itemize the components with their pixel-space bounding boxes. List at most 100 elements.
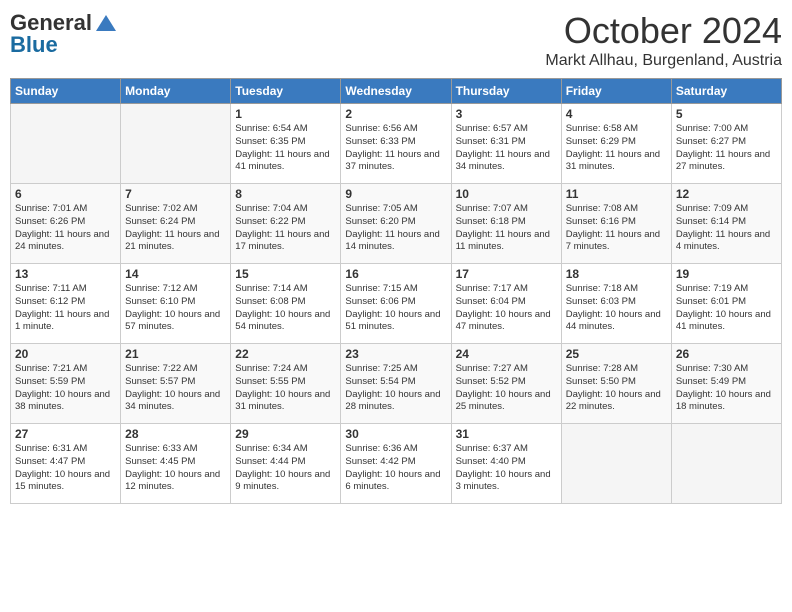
calendar-cell: 22Sunrise: 7:24 AMSunset: 5:55 PMDayligh…: [231, 344, 341, 424]
calendar-cell: 14 Sunrise: 7:12 AMSunset: 6:10 PMDayligh…: [121, 264, 231, 344]
day-number: 8: [235, 187, 336, 201]
calendar-cell: 17Sunrise: 7:17 AMSunset: 6:04 PMDayligh…: [451, 264, 561, 344]
day-info: Sunrise: 7:15 AMSunset: 6:06 PMDaylight:…: [345, 283, 446, 334]
day-info: Sunrise: 7:01 AMSunset: 6:26 PMDaylight:…: [15, 203, 116, 254]
day-info: Sunrise: 7:30 AMSunset: 5:49 PMDaylight:…: [676, 363, 777, 414]
day-info: Sunrise: 6:36 AMSunset: 4:42 PMDaylight:…: [345, 443, 446, 494]
calendar-week-row: 20 Sunrise: 7:21 AMSunset: 5:59 PMDayligh…: [11, 344, 782, 424]
day-number: 20: [15, 347, 116, 361]
weekday-header: Thursday: [451, 79, 561, 104]
day-number: 16: [345, 267, 446, 281]
day-number: 27: [15, 427, 116, 441]
day-info: Sunrise: 7:28 AMSunset: 5:50 PMDaylight:…: [566, 363, 667, 414]
calendar-cell: 23 Sunrise: 7:25 AMSunset: 5:54 PMDayligh…: [341, 344, 451, 424]
day-info: Sunrise: 7:12 AMSunset: 6:10 PMDaylight:…: [125, 283, 226, 334]
title-block: October 2024 Markt Allhau, Burgenland, A…: [545, 10, 782, 70]
day-number: 1: [235, 107, 336, 121]
day-number: 15: [235, 267, 336, 281]
day-info: Sunrise: 7:21 AMSunset: 5:59 PMDaylight:…: [15, 363, 116, 414]
calendar-cell: 5Sunrise: 7:00 AMSunset: 6:27 PMDaylight…: [671, 104, 781, 184]
calendar-cell: 3Sunrise: 6:57 AMSunset: 6:31 PMDaylight…: [451, 104, 561, 184]
day-info: Sunrise: 7:27 AMSunset: 5:52 PMDaylight:…: [456, 363, 557, 414]
calendar-week-row: 13 Sunrise: 7:11 AMSunset: 6:12 PMDayligh…: [11, 264, 782, 344]
day-number: 14: [125, 267, 226, 281]
calendar-cell: 13 Sunrise: 7:11 AMSunset: 6:12 PMDayligh…: [11, 264, 121, 344]
weekday-header: Friday: [561, 79, 671, 104]
day-info: Sunrise: 6:34 AMSunset: 4:44 PMDaylight:…: [235, 443, 336, 494]
weekday-header: Monday: [121, 79, 231, 104]
month-title: October 2024: [545, 10, 782, 52]
day-info: Sunrise: 6:37 AMSunset: 4:40 PMDaylight:…: [456, 443, 557, 494]
logo-blue: Blue: [10, 32, 58, 58]
day-number: 23: [345, 347, 446, 361]
calendar-cell: 30 Sunrise: 6:36 AMSunset: 4:42 PMDayligh…: [341, 424, 451, 504]
day-info: Sunrise: 6:57 AMSunset: 6:31 PMDaylight:…: [456, 123, 557, 174]
day-info: Sunrise: 6:58 AMSunset: 6:29 PMDaylight:…: [566, 123, 667, 174]
day-info: Sunrise: 7:08 AMSunset: 6:16 PMDaylight:…: [566, 203, 667, 254]
day-number: 10: [456, 187, 557, 201]
day-number: 19: [676, 267, 777, 281]
day-info: Sunrise: 7:11 AMSunset: 6:12 PMDaylight:…: [15, 283, 116, 334]
calendar-cell: 19 Sunrise: 7:19 AMSunset: 6:01 PMDayligh…: [671, 264, 781, 344]
day-info: Sunrise: 7:25 AMSunset: 5:54 PMDaylight:…: [345, 363, 446, 414]
day-info: Sunrise: 6:31 AMSunset: 4:47 PMDaylight:…: [15, 443, 116, 494]
day-info: Sunrise: 7:00 AMSunset: 6:27 PMDaylight:…: [676, 123, 777, 174]
day-info: Sunrise: 7:18 AMSunset: 6:03 PMDaylight:…: [566, 283, 667, 334]
day-number: 31: [456, 427, 557, 441]
calendar-week-row: 6 Sunrise: 7:01 AMSunset: 6:26 PMDaylight…: [11, 184, 782, 264]
calendar-cell: 1Sunrise: 6:54 AMSunset: 6:35 PMDaylight…: [231, 104, 341, 184]
day-number: 2: [345, 107, 446, 121]
day-number: 9: [345, 187, 446, 201]
logo-icon: [94, 13, 118, 33]
day-info: Sunrise: 7:04 AMSunset: 6:22 PMDaylight:…: [235, 203, 336, 254]
day-number: 6: [15, 187, 116, 201]
calendar-cell: 11 Sunrise: 7:08 AMSunset: 6:16 PMDayligh…: [561, 184, 671, 264]
calendar-cell: [11, 104, 121, 184]
day-info: Sunrise: 6:33 AMSunset: 4:45 PMDaylight:…: [125, 443, 226, 494]
calendar-cell: 8 Sunrise: 7:04 AMSunset: 6:22 PMDaylight…: [231, 184, 341, 264]
weekday-header: Tuesday: [231, 79, 341, 104]
calendar-cell: 10Sunrise: 7:07 AMSunset: 6:18 PMDayligh…: [451, 184, 561, 264]
logo: General Blue: [10, 10, 118, 58]
calendar-cell: 24Sunrise: 7:27 AMSunset: 5:52 PMDayligh…: [451, 344, 561, 424]
day-number: 29: [235, 427, 336, 441]
calendar-cell: 25 Sunrise: 7:28 AMSunset: 5:50 PMDayligh…: [561, 344, 671, 424]
weekday-header-row: SundayMondayTuesdayWednesdayThursdayFrid…: [11, 79, 782, 104]
calendar-cell: 21 Sunrise: 7:22 AMSunset: 5:57 PMDayligh…: [121, 344, 231, 424]
day-info: Sunrise: 7:22 AMSunset: 5:57 PMDaylight:…: [125, 363, 226, 414]
day-info: Sunrise: 7:19 AMSunset: 6:01 PMDaylight:…: [676, 283, 777, 334]
calendar-cell: 27 Sunrise: 6:31 AMSunset: 4:47 PMDayligh…: [11, 424, 121, 504]
calendar-cell: 16 Sunrise: 7:15 AMSunset: 6:06 PMDayligh…: [341, 264, 451, 344]
day-number: 11: [566, 187, 667, 201]
calendar-cell: 29 Sunrise: 6:34 AMSunset: 4:44 PMDayligh…: [231, 424, 341, 504]
calendar-table: SundayMondayTuesdayWednesdayThursdayFrid…: [10, 78, 782, 504]
calendar-cell: 2Sunrise: 6:56 AMSunset: 6:33 PMDaylight…: [341, 104, 451, 184]
calendar-cell: 28Sunrise: 6:33 AMSunset: 4:45 PMDayligh…: [121, 424, 231, 504]
calendar-week-row: 27 Sunrise: 6:31 AMSunset: 4:47 PMDayligh…: [11, 424, 782, 504]
day-info: Sunrise: 7:05 AMSunset: 6:20 PMDaylight:…: [345, 203, 446, 254]
calendar-cell: 7Sunrise: 7:02 AMSunset: 6:24 PMDaylight…: [121, 184, 231, 264]
weekday-header: Saturday: [671, 79, 781, 104]
calendar-cell: [671, 424, 781, 504]
day-number: 4: [566, 107, 667, 121]
day-number: 13: [15, 267, 116, 281]
calendar-cell: 9 Sunrise: 7:05 AMSunset: 6:20 PMDaylight…: [341, 184, 451, 264]
calendar-cell: [561, 424, 671, 504]
weekday-header: Sunday: [11, 79, 121, 104]
day-number: 12: [676, 187, 777, 201]
day-info: Sunrise: 7:14 AMSunset: 6:08 PMDaylight:…: [235, 283, 336, 334]
location-subtitle: Markt Allhau, Burgenland, Austria: [545, 52, 782, 70]
day-number: 21: [125, 347, 226, 361]
day-info: Sunrise: 7:09 AMSunset: 6:14 PMDaylight:…: [676, 203, 777, 254]
day-info: Sunrise: 7:02 AMSunset: 6:24 PMDaylight:…: [125, 203, 226, 254]
calendar-cell: 12 Sunrise: 7:09 AMSunset: 6:14 PMDayligh…: [671, 184, 781, 264]
day-info: Sunrise: 7:17 AMSunset: 6:04 PMDaylight:…: [456, 283, 557, 334]
calendar-week-row: 1Sunrise: 6:54 AMSunset: 6:35 PMDaylight…: [11, 104, 782, 184]
calendar-cell: 4 Sunrise: 6:58 AMSunset: 6:29 PMDaylight…: [561, 104, 671, 184]
calendar-cell: 20 Sunrise: 7:21 AMSunset: 5:59 PMDayligh…: [11, 344, 121, 424]
day-number: 30: [345, 427, 446, 441]
day-number: 25: [566, 347, 667, 361]
calendar-cell: [121, 104, 231, 184]
calendar-cell: 15 Sunrise: 7:14 AMSunset: 6:08 PMDayligh…: [231, 264, 341, 344]
calendar-cell: 31 Sunrise: 6:37 AMSunset: 4:40 PMDayligh…: [451, 424, 561, 504]
